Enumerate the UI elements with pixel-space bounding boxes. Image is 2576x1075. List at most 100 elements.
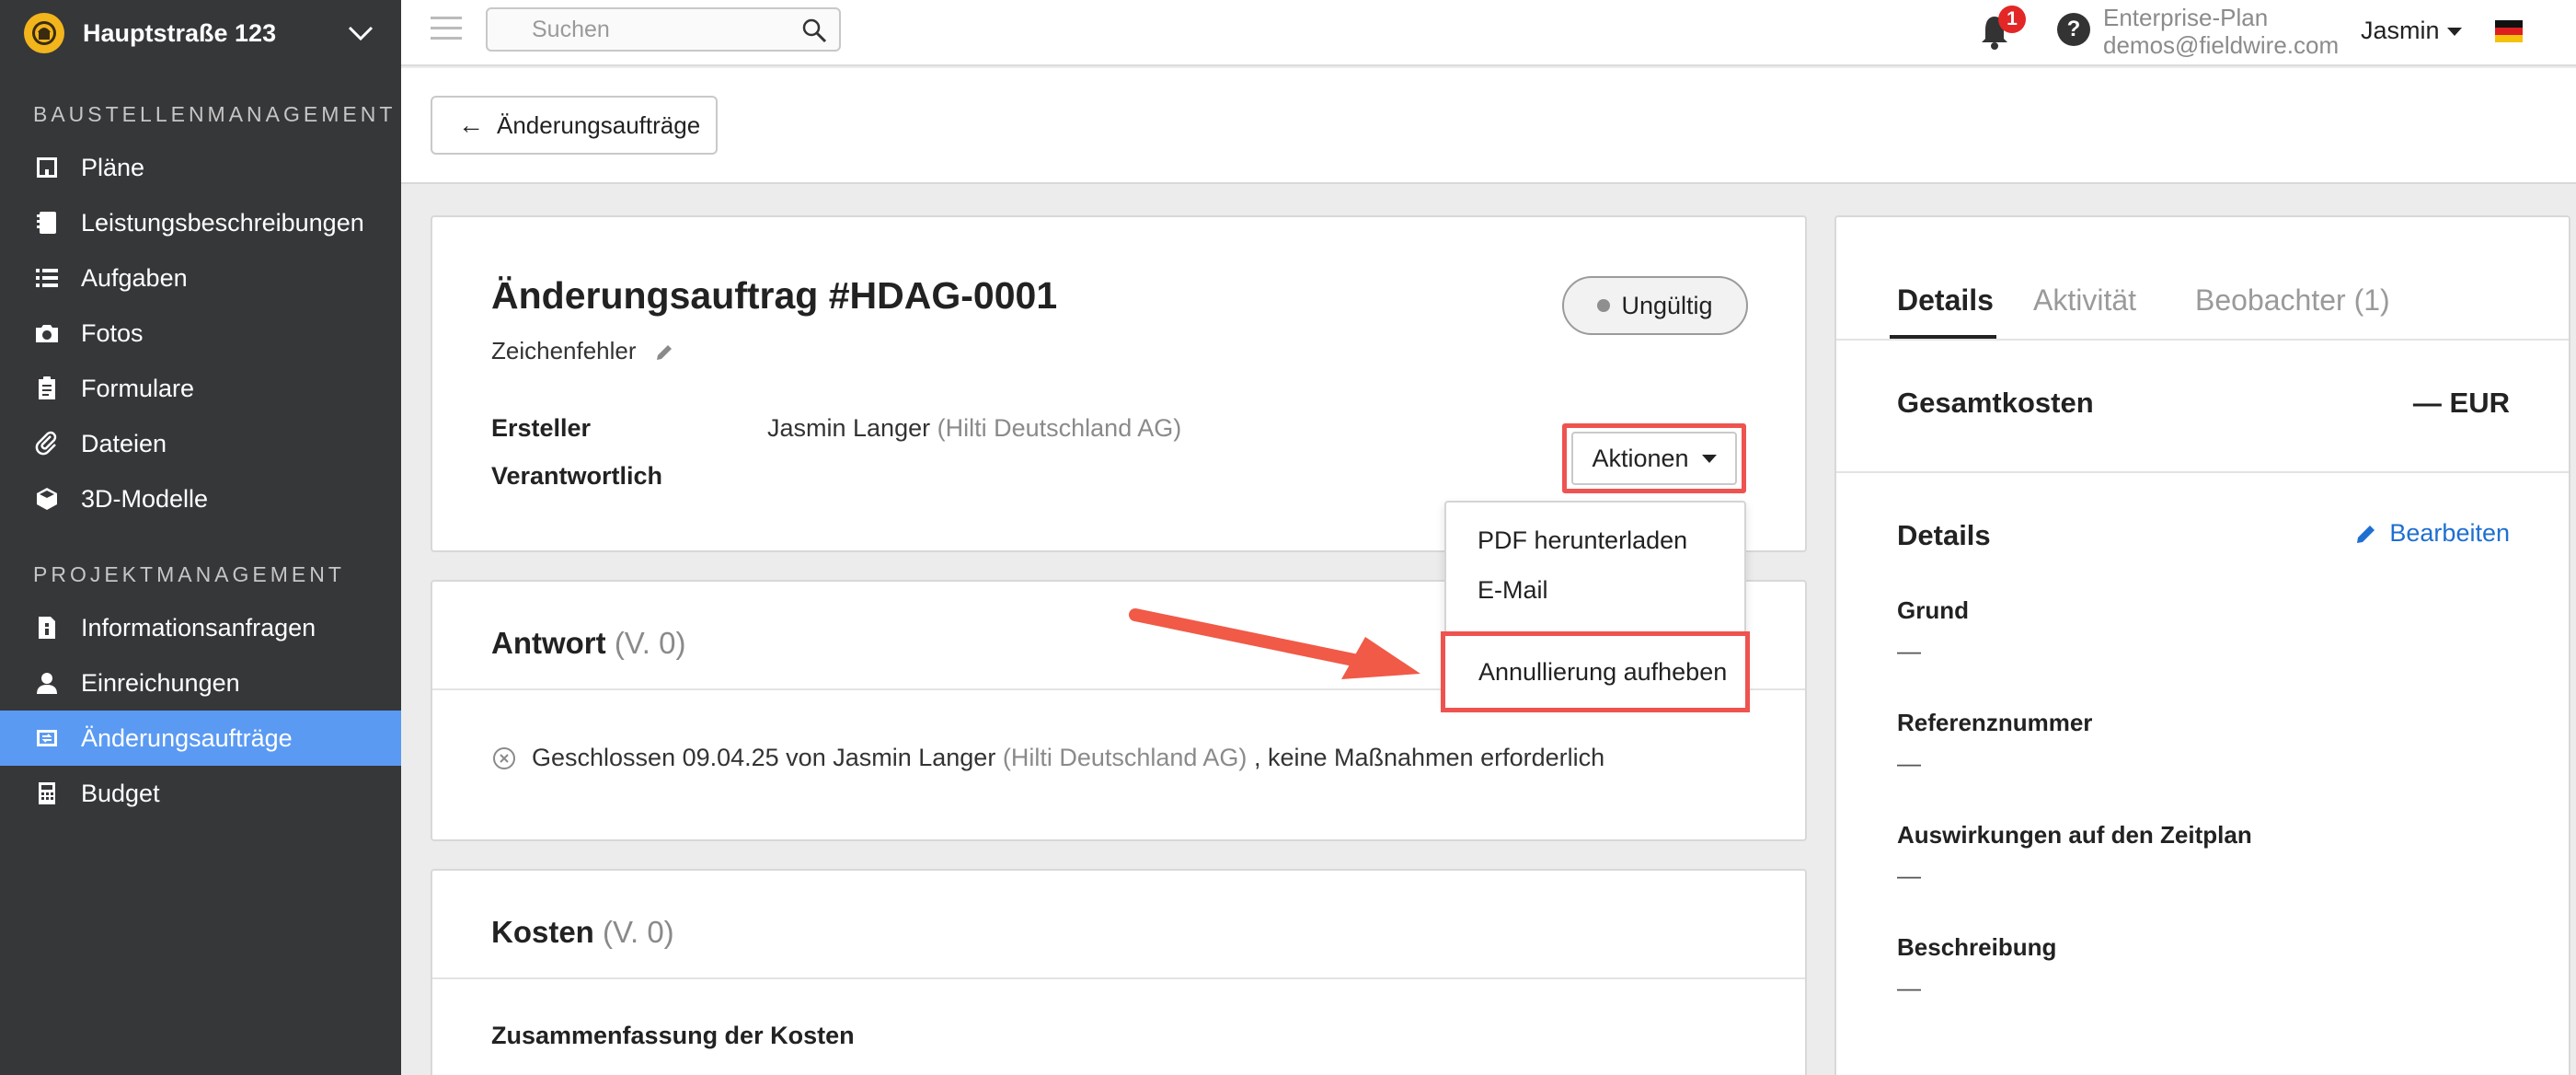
closed-suffix: , keine Maßnahmen erforderlich [1253, 744, 1605, 771]
tab-watchers[interactable]: Beobachter (1) [2195, 283, 2390, 318]
project-name: Hauptstraße 123 [83, 18, 277, 47]
rfi-icon [33, 614, 61, 642]
notification-badge: 1 [1998, 6, 2026, 33]
user-menu[interactable]: Jasmin [2361, 17, 2462, 45]
german-flag-icon[interactable] [2495, 20, 2523, 42]
total-cost-label: Gesamtkosten [1897, 387, 2094, 419]
section-title-site: BAUSTELLENMANAGEMENT [33, 102, 397, 126]
close-circle-icon [493, 746, 515, 769]
sidebar-item-label: Fotos [81, 318, 144, 347]
account-email: demos@fieldwire.com [2103, 31, 2340, 59]
status-dot-icon [1597, 299, 1611, 312]
sidebar-item-label: Budget [81, 779, 160, 807]
subheader: ← Änderungsaufträge [401, 68, 2576, 184]
back-button[interactable]: ← Änderungsaufträge [431, 96, 718, 155]
details-title: Details [1897, 519, 1991, 551]
back-button-label: Änderungsaufträge [497, 110, 701, 139]
chevron-down-icon[interactable] [344, 17, 377, 50]
creator-value: Jasmin Langer (Hilti Deutschland AG) [767, 414, 1181, 443]
calculator-icon [33, 780, 61, 807]
field-value-schedule-impact: — [1897, 861, 1921, 889]
actions-dropdown: PDF herunterladen E-Mail Annullierung au… [1441, 501, 1750, 712]
top-bar: 1 ? Enterprise-Plan demos@fieldwire.com … [401, 0, 2576, 66]
closed-text: Geschlossen 09.04.25 von Jasmin Langer [532, 744, 996, 771]
field-label-reference: Referenznummer [1897, 709, 2093, 736]
sidebar-item-3d-models[interactable]: 3D-Modelle [0, 471, 401, 526]
sidebar-item-tasks[interactable]: Aufgaben [0, 250, 401, 306]
cube-icon [33, 485, 61, 513]
pencil-icon[interactable] [654, 342, 674, 363]
field-label-schedule-impact: Auswirkungen auf den Zeitplan [1897, 821, 2252, 849]
status-badge[interactable]: Ungültig [1562, 276, 1748, 335]
sidebar-item-label: Leistungsbeschreibungen [81, 208, 364, 237]
actions-label: Aktionen [1592, 444, 1689, 472]
responsible-label: Verantwortlich [491, 462, 663, 490]
project-switcher[interactable]: Hauptstraße 123 [0, 0, 401, 66]
change-orders-icon [33, 724, 61, 752]
edit-button[interactable]: Bearbeiten [2354, 519, 2510, 548]
response-title-text: Antwort [491, 626, 606, 660]
costs-title-text: Kosten [491, 915, 594, 949]
page-title: Änderungsauftrag #HDAG-0001 [491, 274, 1058, 317]
pencil-icon [2357, 525, 2375, 543]
sidebar-item-submittals[interactable]: Einreichungen [0, 655, 401, 711]
cost-summary-label: Zusammenfassung der Kosten [491, 1022, 855, 1049]
costs-title: Kosten (V. 0) [491, 915, 674, 950]
project-logo-icon [24, 13, 64, 53]
sidebar-item-label: Aufgaben [81, 263, 188, 292]
help-icon[interactable]: ? [2057, 13, 2090, 46]
camera-icon [33, 319, 61, 347]
sidebar-item-label: Formulare [81, 374, 195, 402]
field-value-reference: — [1897, 749, 1921, 777]
sidebar-item-label: Einreichungen [81, 668, 240, 697]
sidebar-item-photos[interactable]: Fotos [0, 306, 401, 361]
sidebar-item-budget[interactable]: Budget [0, 766, 401, 821]
account-info: Enterprise-Plan demos@fieldwire.com [2103, 4, 2339, 59]
caret-down-icon [1701, 454, 1717, 463]
sidebar-item-rfi[interactable]: Informationsanfragen [0, 600, 401, 655]
divider [1836, 471, 2569, 473]
sidebar-item-label: Änderungsaufträge [81, 723, 293, 752]
edit-label: Bearbeiten [2389, 519, 2510, 547]
specs-icon [33, 209, 61, 237]
menu-icon[interactable] [431, 17, 462, 44]
field-value-description: — [1897, 974, 1921, 1001]
annotation-arrow-icon [1129, 608, 1420, 679]
order-subtitle: Zeichenfehler [491, 337, 674, 365]
status-label: Ungültig [1621, 291, 1713, 319]
menu-item-email[interactable]: E-Mail [1478, 576, 1548, 605]
section-title-project: PROJEKTMANAGEMENT [33, 562, 345, 586]
tab-details[interactable]: Details [1897, 283, 1994, 318]
actions-button[interactable]: Aktionen [1562, 423, 1746, 493]
costs-version: (V. 0) [603, 915, 674, 949]
paperclip-icon [33, 430, 61, 457]
tasks-icon [33, 264, 61, 292]
closed-company: (Hilti Deutschland AG) [1002, 744, 1248, 771]
sidebar-item-plans[interactable]: Pläne [0, 140, 401, 195]
actions-button-inner: Aktionen [1571, 432, 1737, 485]
menu-item-undo-void[interactable]: Annullierung aufheben [1441, 631, 1750, 712]
menu-item-download-pdf[interactable]: PDF herunterladen [1478, 526, 1687, 555]
sidebar-item-specs[interactable]: Leistungsbeschreibungen [0, 195, 401, 250]
field-value-reason: — [1897, 637, 1921, 665]
details-panel: Details Aktivität Beobachter (1) Gesamtk… [1834, 215, 2570, 1075]
arrow-left-icon: ← [458, 110, 484, 139]
field-label-description: Beschreibung [1897, 933, 2057, 961]
search-box [486, 7, 841, 52]
tab-activity[interactable]: Aktivität [2033, 283, 2136, 318]
sidebar-item-label: Dateien [81, 429, 167, 457]
sidebar: Hauptstraße 123 BAUSTELLENMANAGEMENT Plä… [0, 0, 401, 1075]
sidebar-item-change-orders[interactable]: Änderungsaufträge [0, 711, 401, 766]
creator-company: (Hilti Deutschland AG) [937, 414, 1182, 442]
search-input[interactable] [488, 9, 764, 50]
divider [1836, 339, 2569, 341]
sidebar-item-forms[interactable]: Formulare [0, 361, 401, 416]
creator-label: Ersteller [491, 414, 592, 442]
caret-down-icon [2446, 28, 2462, 37]
total-cost-value: — EUR [2412, 387, 2510, 419]
creator-name: Jasmin Langer [767, 414, 931, 442]
sidebar-item-files[interactable]: Dateien [0, 416, 401, 471]
submittals-icon [33, 669, 61, 697]
response-title: Antwort (V. 0) [491, 626, 685, 661]
search-icon[interactable] [800, 17, 828, 44]
